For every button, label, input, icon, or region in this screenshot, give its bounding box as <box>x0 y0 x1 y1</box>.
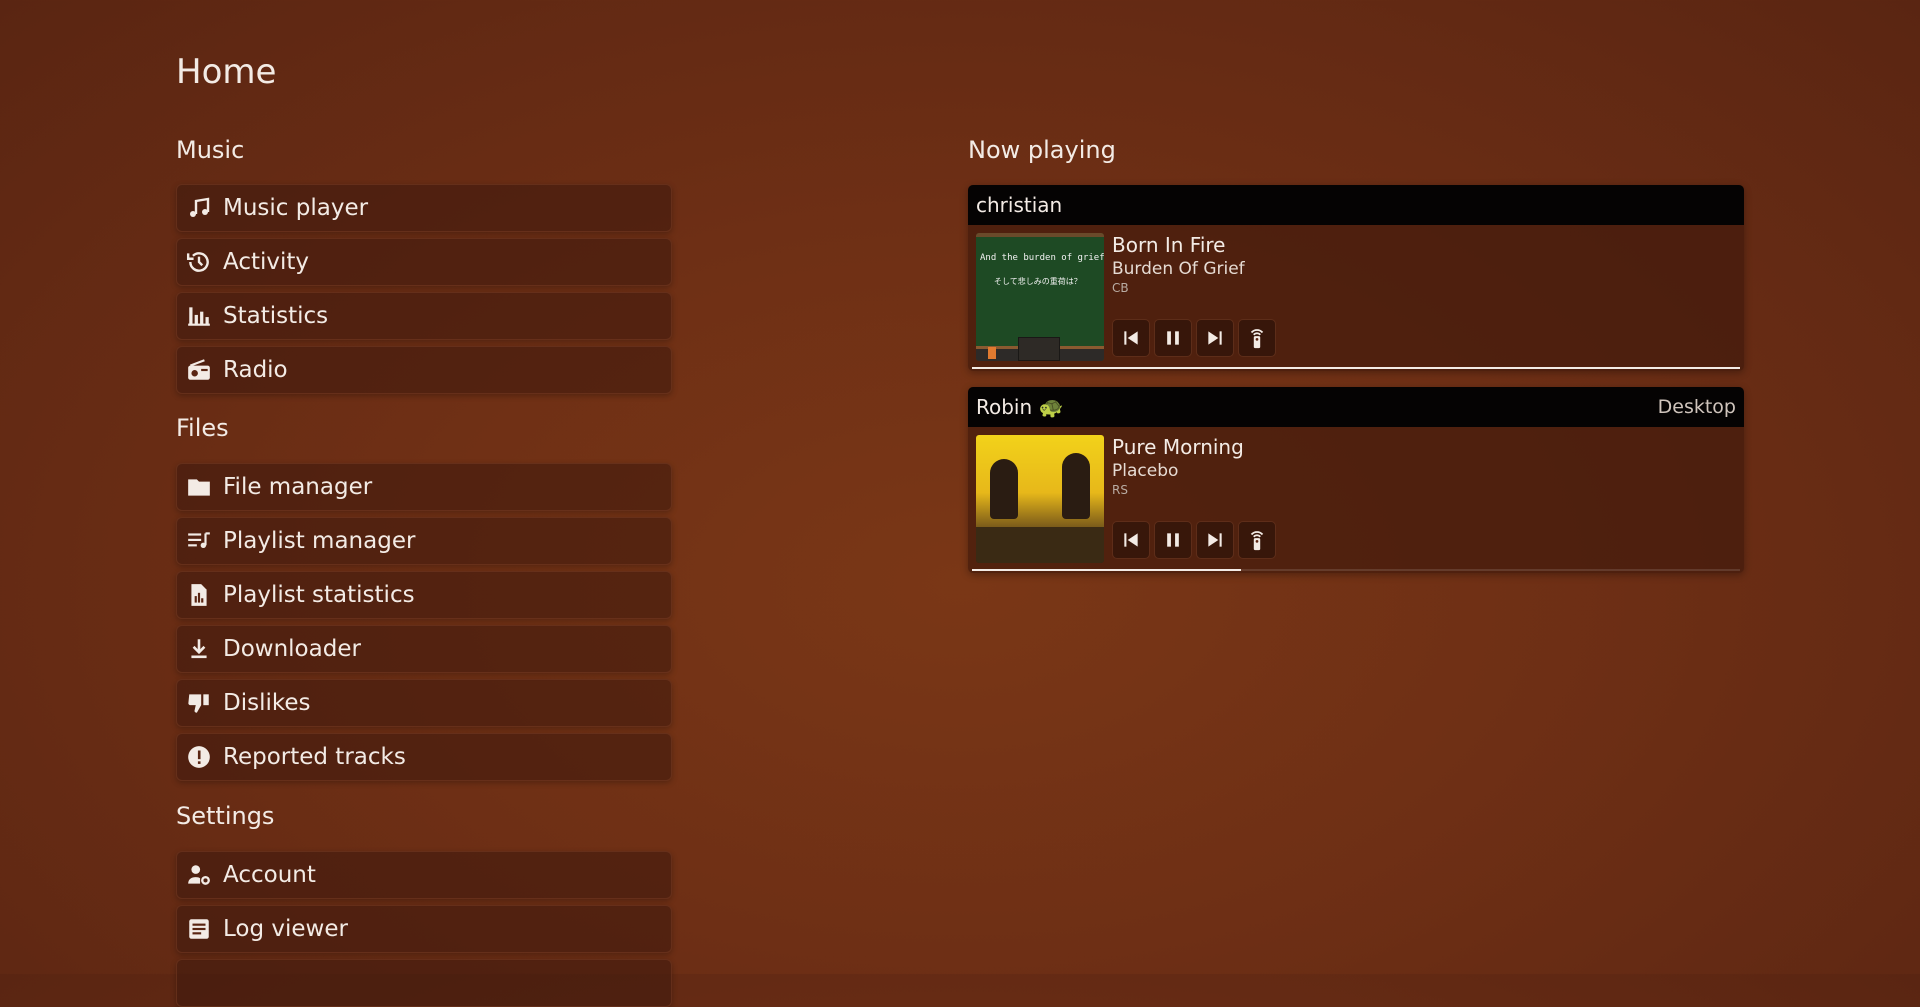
player-header: christian <box>968 185 1744 225</box>
album-cover[interactable]: And the burden of grief ? そして悲しみの重荷は？ <box>976 233 1104 361</box>
alert-circle-icon <box>185 743 213 771</box>
files-menu: File manager Playlist manager Playlist s… <box>176 463 672 781</box>
bar-chart-icon <box>185 302 213 330</box>
previous-button[interactable] <box>1112 319 1150 357</box>
cover-text: そして悲しみの重荷は？ <box>994 277 1082 286</box>
player-card: Robin 🐢 Desktop Pure Morning Placebo RS <box>968 387 1744 573</box>
remote-button[interactable] <box>1238 521 1276 559</box>
menu-item-downloader[interactable]: Downloader <box>176 625 672 673</box>
section-title-settings: Settings <box>176 802 275 830</box>
progress-fill <box>972 367 1740 369</box>
track-title[interactable]: Pure Morning <box>1112 435 1244 459</box>
remote-button[interactable] <box>1238 319 1276 357</box>
menu-item-partial[interactable] <box>176 959 672 1007</box>
menu-item-label: File manager <box>223 474 373 500</box>
player-device: Desktop <box>1657 396 1736 418</box>
menu-item-label: Statistics <box>223 303 329 329</box>
menu-item-label: Music player <box>223 195 369 221</box>
menu-item-playlist-statistics[interactable]: Playlist statistics <box>176 571 672 619</box>
menu-item-label: Reported tracks <box>223 744 406 770</box>
track-artist[interactable]: Placebo <box>1112 461 1178 481</box>
remote-icon <box>1250 329 1264 349</box>
log-icon <box>185 915 213 943</box>
skip-previous-icon <box>1124 331 1138 345</box>
settings-menu: Account Log viewer <box>176 851 672 1007</box>
music-note-icon <box>185 194 213 222</box>
page-title: Home <box>176 52 277 92</box>
music-menu: Music player Activity Statistics Radio <box>176 184 672 394</box>
menu-item-label: Activity <box>223 249 310 275</box>
radio-icon <box>185 356 213 384</box>
menu-item-reported-tracks[interactable]: Reported tracks <box>176 733 672 781</box>
menu-item-label: Downloader <box>223 636 361 662</box>
now-playing-title: Now playing <box>968 136 1116 164</box>
pause-icon <box>1167 533 1179 547</box>
player-controls <box>1112 521 1276 559</box>
menu-item-label: Playlist statistics <box>223 582 415 608</box>
player-card: christian And the burden of grief ? そして悲… <box>968 185 1744 371</box>
section-title-files: Files <box>176 414 229 442</box>
menu-item-file-manager[interactable]: File manager <box>176 463 672 511</box>
track-artist[interactable]: Burden Of Grief <box>1112 259 1245 279</box>
menu-item-playlist-manager[interactable]: Playlist manager <box>176 517 672 565</box>
player-user[interactable]: Robin 🐢 <box>976 395 1063 419</box>
progress-bar[interactable] <box>972 569 1740 571</box>
menu-item-label: Log viewer <box>223 916 348 942</box>
skip-previous-icon <box>1124 533 1138 547</box>
player-header: Robin 🐢 Desktop <box>968 387 1744 427</box>
menu-item-statistics[interactable]: Statistics <box>176 292 672 340</box>
pause-button[interactable] <box>1154 521 1192 559</box>
track-source: RS <box>1112 483 1128 497</box>
player-user[interactable]: christian <box>976 193 1062 217</box>
file-chart-icon <box>185 581 213 609</box>
previous-button[interactable] <box>1112 521 1150 559</box>
progress-bar[interactable] <box>972 367 1740 369</box>
thumb-down-icon <box>185 689 213 717</box>
pause-icon <box>1167 331 1179 345</box>
menu-item-log-viewer[interactable]: Log viewer <box>176 905 672 953</box>
album-cover[interactable] <box>976 435 1104 563</box>
menu-item-dislikes[interactable]: Dislikes <box>176 679 672 727</box>
history-icon <box>185 248 213 276</box>
track-source: CB <box>1112 281 1129 295</box>
account-settings-icon <box>185 861 213 889</box>
section-title-music: Music <box>176 136 245 164</box>
next-button[interactable] <box>1196 521 1234 559</box>
remote-icon <box>1250 531 1264 551</box>
playlist-icon <box>185 527 213 555</box>
track-title[interactable]: Born In Fire <box>1112 233 1226 257</box>
menu-item-label: Playlist manager <box>223 528 416 554</box>
next-button[interactable] <box>1196 319 1234 357</box>
menu-item-account[interactable]: Account <box>176 851 672 899</box>
progress-fill <box>972 569 1241 571</box>
menu-item-radio[interactable]: Radio <box>176 346 672 394</box>
menu-item-label: Account <box>223 862 316 888</box>
skip-next-icon <box>1208 533 1222 547</box>
menu-item-activity[interactable]: Activity <box>176 238 672 286</box>
menu-item-music-player[interactable]: Music player <box>176 184 672 232</box>
folder-icon <box>185 473 213 501</box>
pause-button[interactable] <box>1154 319 1192 357</box>
menu-item-label: Dislikes <box>223 690 311 716</box>
cover-text: And the burden of grief ? <box>980 253 1104 263</box>
menu-item-label: Radio <box>223 357 288 383</box>
skip-next-icon <box>1208 331 1222 345</box>
player-controls <box>1112 319 1276 357</box>
download-icon <box>185 635 213 663</box>
